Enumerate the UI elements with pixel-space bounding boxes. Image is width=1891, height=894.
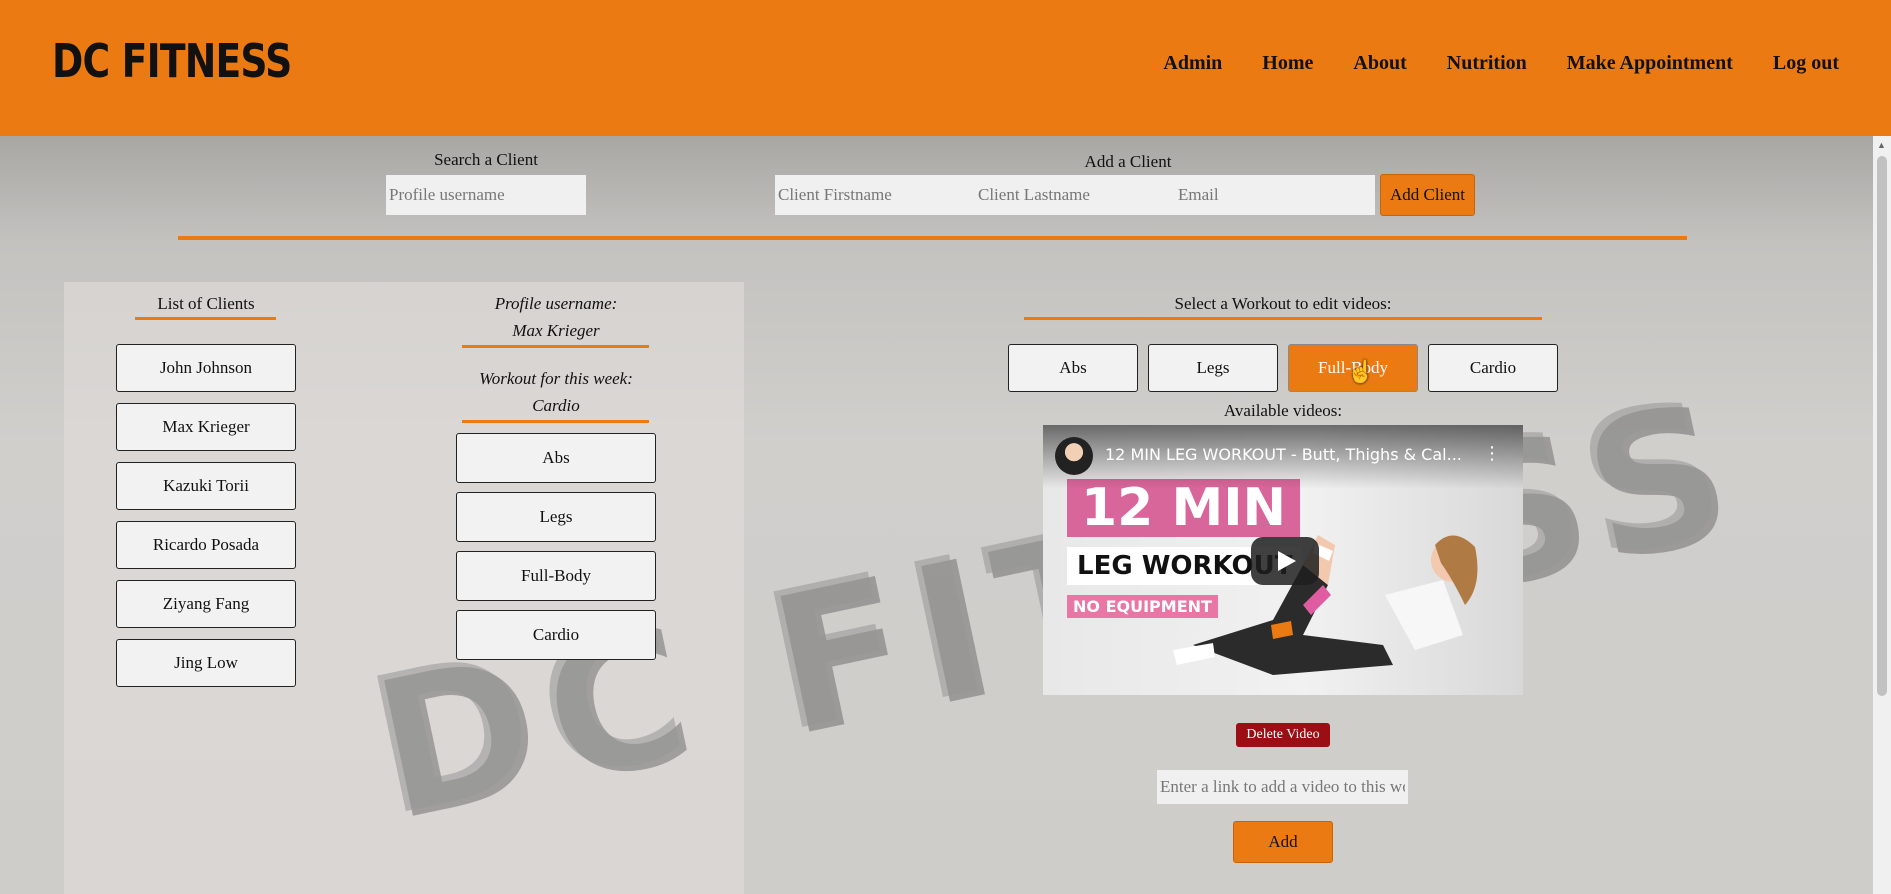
scroll-thumb[interactable] [1877, 156, 1887, 696]
client-item-ricardo-posada[interactable]: Ricardo Posada [116, 521, 296, 569]
edit-videos-underline [1024, 317, 1542, 320]
top-navbar: DC FITNESS Admin Home About Nutrition Ma… [0, 0, 1891, 136]
tab-cardio[interactable]: Cardio [1428, 344, 1558, 392]
client-email-input[interactable] [1175, 175, 1375, 215]
mouse-cursor-icon: ☝ [1347, 359, 1375, 384]
more-options-icon[interactable]: ⋮ [1483, 443, 1501, 464]
video-thumb-person-illustration [1173, 535, 1478, 675]
workout-week-label: Workout for this week: [479, 369, 633, 388]
nav-nutrition[interactable]: Nutrition [1447, 52, 1527, 75]
client-item-kazuki-torii[interactable]: Kazuki Torii [116, 462, 296, 510]
search-input[interactable] [386, 175, 586, 215]
page-background: DC FITNESS [0, 136, 1891, 894]
video-title[interactable]: 12 MIN LEG WORKOUT - Butt, Thighs & Cal.… [1105, 445, 1462, 464]
video-link-input[interactable] [1157, 770, 1408, 804]
client-lastname-input[interactable] [975, 175, 1175, 215]
video-embed[interactable]: 12 MIN LEG WORKOUT NO EQUIPMENT 12 MIN L… [1043, 425, 1523, 695]
client-list-underline [135, 317, 276, 320]
assign-workout-cardio[interactable]: Cardio [456, 610, 656, 660]
add-video-button[interactable]: Add [1233, 821, 1333, 863]
add-client-label: Add a Client [1084, 152, 1172, 171]
assign-workout-legs[interactable]: Legs [456, 492, 656, 542]
client-list-heading: List of Clients [157, 294, 255, 313]
tab-abs[interactable]: Abs [1008, 344, 1138, 392]
play-icon[interactable] [1251, 537, 1319, 585]
nav-about[interactable]: About [1353, 52, 1406, 75]
channel-avatar[interactable] [1055, 437, 1093, 475]
profile-username-underline [462, 345, 649, 348]
nav-menu: Admin Home About Nutrition Make Appointm… [1163, 52, 1839, 75]
section-divider [178, 236, 1687, 240]
nav-make-appointment[interactable]: Make Appointment [1567, 52, 1733, 75]
page-scrollbar[interactable]: ▲ [1873, 136, 1891, 894]
client-item-jing-low[interactable]: Jing Low [116, 639, 296, 687]
logo[interactable]: DC FITNESS [52, 34, 292, 88]
add-client-button[interactable]: Add Client [1380, 174, 1475, 216]
client-item-max-krieger[interactable]: Max Krieger [116, 403, 296, 451]
workout-week-value: Cardio [532, 396, 580, 415]
nav-log-out[interactable]: Log out [1773, 52, 1839, 75]
assign-workout-abs[interactable]: Abs [456, 433, 656, 483]
profile-username-value: Max Krieger [512, 321, 600, 340]
tab-legs[interactable]: Legs [1148, 344, 1278, 392]
nav-admin[interactable]: Admin [1163, 52, 1222, 75]
nav-home[interactable]: Home [1262, 52, 1313, 75]
available-videos-label: Available videos: [1223, 401, 1343, 420]
delete-video-button[interactable]: Delete Video [1236, 723, 1330, 747]
client-item-ziyang-fang[interactable]: Ziyang Fang [116, 580, 296, 628]
client-firstname-input[interactable] [775, 175, 975, 215]
edit-videos-heading: Select a Workout to edit videos: [1174, 294, 1392, 313]
workout-week-underline [462, 420, 649, 423]
client-item-john-johnson[interactable]: John Johnson [116, 344, 296, 392]
scroll-up-icon[interactable]: ▲ [1877, 140, 1886, 150]
assign-workout-full-body[interactable]: Full-Body [456, 551, 656, 601]
search-label: Search a Client [434, 150, 538, 169]
profile-username-label: Profile username: [494, 294, 618, 313]
video-title-bar: 12 MIN LEG WORKOUT - Butt, Thighs & Cal.… [1043, 425, 1523, 489]
